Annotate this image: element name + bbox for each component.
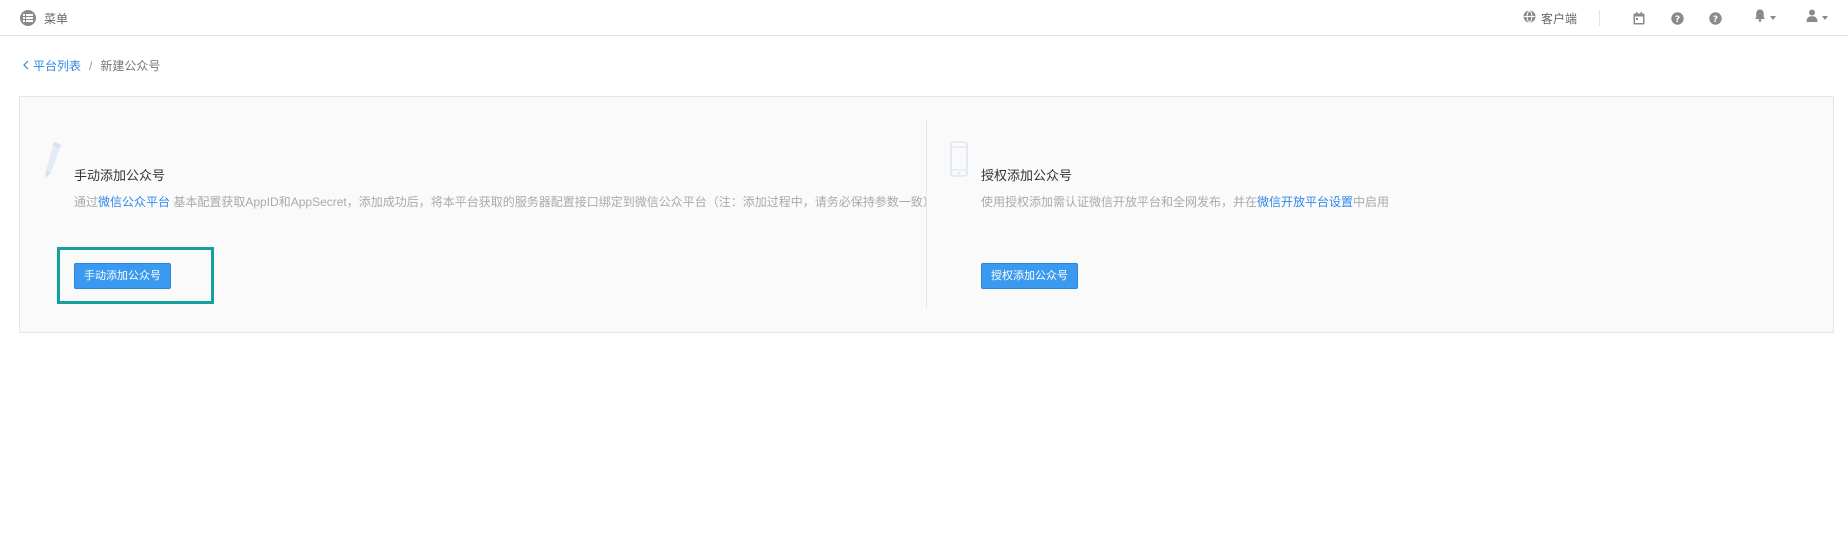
menu-button[interactable]: 菜单 xyxy=(20,7,68,29)
top-right-toolbar: 客户端 ? ? xyxy=(1523,6,1838,30)
wechat-mp-link[interactable]: 微信公众平台 xyxy=(98,195,170,209)
client-download-link[interactable]: 客户端 xyxy=(1523,10,1599,27)
auth-add-description: 使用授权添加需认证微信开放平台和全网发布，并在微信开放平台设置中启用 xyxy=(981,193,1389,210)
top-navbar: 菜单 客户端 ? ? xyxy=(0,0,1848,36)
add-account-panel: 手动添加公众号 通过微信公众平台 基本配置获取AppID和AppSecret，添… xyxy=(19,96,1834,333)
breadcrumb-current: 新建公众号 xyxy=(100,59,161,73)
menu-label: 菜单 xyxy=(44,11,69,26)
breadcrumb-separator: / xyxy=(89,58,93,73)
manual-add-title: 手动添加公众号 xyxy=(74,168,166,183)
svg-text:?: ? xyxy=(1674,15,1679,25)
auth-add-title: 授权添加公众号 xyxy=(981,168,1073,183)
auth-desc-suffix: 中启用 xyxy=(1353,195,1390,209)
list-icon xyxy=(20,10,36,26)
toolbar-divider xyxy=(1599,10,1600,26)
breadcrumb-back-label: 平台列表 xyxy=(33,59,82,73)
svg-text:?: ? xyxy=(1712,15,1717,25)
breadcrumb-back-link[interactable]: 平台列表 xyxy=(22,57,81,74)
help-icon[interactable]: ? xyxy=(1670,11,1684,25)
globe-icon xyxy=(1523,10,1536,26)
auth-desc-prefix: 使用授权添加需认证微信开放平台和全网发布，并在 xyxy=(981,195,1258,209)
wechat-open-platform-link[interactable]: 微信开放平台设置 xyxy=(1257,195,1353,209)
bell-icon xyxy=(1754,9,1766,27)
auth-add-option: 授权添加公众号 使用授权添加需认证微信开放平台和全网发布，并在微信开放平台设置中… xyxy=(927,97,1833,332)
calendar-icon[interactable] xyxy=(1632,11,1646,25)
user-icon xyxy=(1806,9,1818,27)
breadcrumb: 平台列表 / 新建公众号 xyxy=(22,57,160,74)
chevron-down-icon xyxy=(1770,16,1776,20)
notifications-dropdown[interactable] xyxy=(1754,9,1776,27)
chevron-left-icon xyxy=(22,59,33,73)
manual-add-description: 通过微信公众平台 基本配置获取AppID和AppSecret，添加成功后，将本平… xyxy=(74,193,935,210)
manual-desc-suffix: 基本配置获取AppID和AppSecret，添加成功后，将本平台获取的服务器配置… xyxy=(170,195,935,209)
manual-add-button[interactable]: 手动添加公众号 xyxy=(74,263,171,289)
pencil-icon xyxy=(42,141,62,184)
client-label: 客户端 xyxy=(1540,11,1577,26)
help-icon[interactable]: ? xyxy=(1708,11,1722,25)
chevron-down-icon xyxy=(1822,16,1828,20)
manual-add-option: 手动添加公众号 通过微信公众平台 基本配置获取AppID和AppSecret，添… xyxy=(20,97,935,332)
auth-add-button[interactable]: 授权添加公众号 xyxy=(981,263,1078,289)
manual-desc-prefix: 通过 xyxy=(74,195,99,209)
phone-icon xyxy=(949,141,969,184)
user-dropdown[interactable] xyxy=(1806,9,1828,27)
